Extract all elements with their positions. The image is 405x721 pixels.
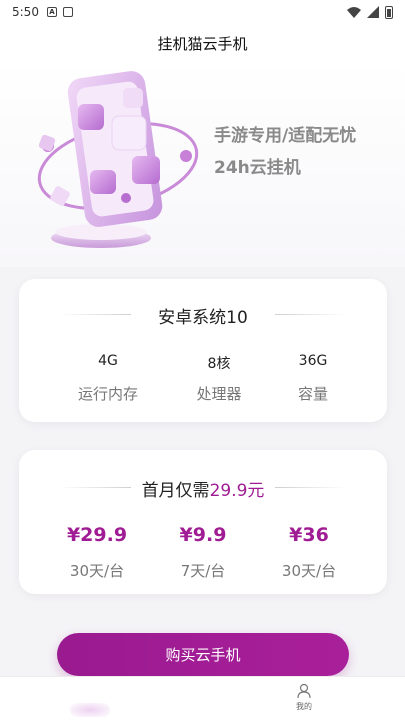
wifi-icon [347, 6, 361, 18]
status-time: 5:50 [12, 5, 39, 19]
spec-label: 容量 [297, 385, 328, 403]
hero-banner: 手游专用/适配无忧 24h云挂机 [0, 62, 405, 267]
price-title-prefix: 首月仅需 [141, 481, 210, 501]
tab-mine[interactable]: 我的 [284, 683, 324, 719]
plan-period: 7天/台 [180, 562, 226, 580]
hero-line-1: 手游专用/适配无忧 [214, 126, 357, 146]
plan-period: 30天/台 [281, 562, 337, 580]
spec-value: 4G [98, 353, 118, 369]
spec-label: 处理器 [196, 385, 242, 403]
price-title-amount: 29.9元 [209, 481, 265, 501]
buy-cloud-phone-button[interactable]: 购买云手机 [57, 633, 349, 676]
bottom-tab-bar: 我的 [0, 676, 405, 721]
tab-mine-label: 我的 [296, 702, 312, 711]
plan-price: ¥29.9 [66, 524, 128, 546]
spec-value: 36G [298, 353, 328, 369]
plan-price: ¥36 [289, 524, 329, 546]
plan-period: 30天/台 [69, 562, 125, 580]
price-card: 首月仅需29.9元 ¥29.9 30天/台 ¥9.9 7天/台 ¥36 30天/… [19, 450, 387, 594]
spec-card-title: 安卓系统10 [158, 308, 248, 328]
plan-price: ¥9.9 [179, 524, 227, 546]
spec-card: 安卓系统10 4G 运行内存 8核 处理器 36G 容量 [19, 279, 387, 422]
divider-right [275, 487, 347, 488]
battery-icon [385, 5, 393, 19]
hero-slogan: 手游专用/适配无忧 24h云挂机 [214, 120, 394, 184]
spec-label: 运行内存 [77, 385, 138, 403]
status-bar: 5:50 A [0, 0, 405, 24]
divider-right [275, 314, 347, 315]
tab-home[interactable] [62, 683, 116, 719]
cast-notification-icon [62, 7, 73, 17]
phone-cloud-illustration [37, 71, 199, 248]
hero-line-2: 24h云挂机 [214, 158, 301, 178]
price-card-title: 首月仅需29.9元 [19, 476, 387, 501]
signal-icon [367, 6, 379, 18]
user-icon [297, 683, 311, 699]
app-header: 挂机猫云手机 [0, 24, 405, 62]
spec-value: 8核 [207, 356, 231, 372]
page-title: 挂机猫云手机 [157, 34, 248, 53]
a-notification-icon: A [46, 7, 57, 17]
home-tab-glow [70, 703, 110, 717]
